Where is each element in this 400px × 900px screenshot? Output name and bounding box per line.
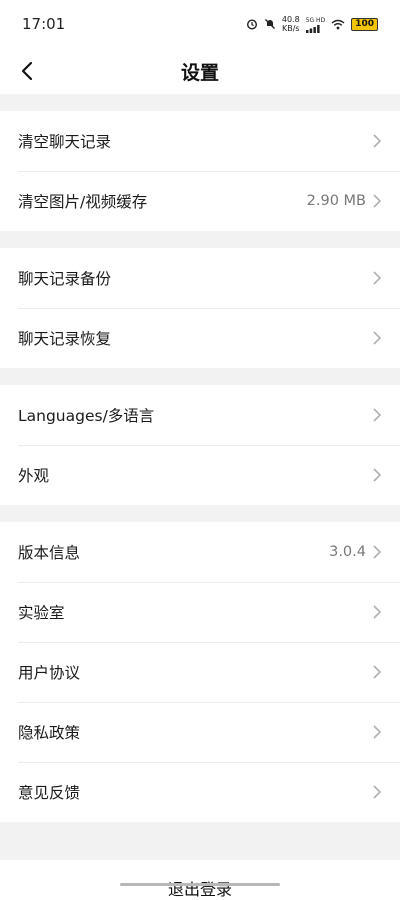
version-value: 3.0.4 <box>329 544 366 560</box>
network-indicator: 5G HD <box>305 16 326 33</box>
section-gap <box>0 822 400 860</box>
page-title: 设置 <box>180 61 219 84</box>
setting-chat-backup[interactable]: 聊天记录备份 <box>0 248 400 308</box>
settings-group-about: 版本信息 3.0.4 实验室 用户协议 隐私政策 意见反馈 <box>0 522 400 822</box>
logout-button[interactable]: 退出登录 <box>0 860 400 900</box>
settings-group-display: Languages/多语言 外观 <box>0 385 400 505</box>
settings-group-backup: 聊天记录备份 聊天记录恢复 <box>0 248 400 368</box>
setting-clear-media-cache[interactable]: 清空图片/视频缓存 2.90 MB <box>0 171 400 231</box>
setting-user-agreement[interactable]: 用户协议 <box>0 642 400 702</box>
setting-chat-restore[interactable]: 聊天记录恢复 <box>0 308 400 368</box>
setting-label: 意见反馈 <box>18 784 81 802</box>
chevron-right-icon <box>373 134 382 148</box>
chevron-left-icon <box>21 61 33 81</box>
setting-privacy-policy[interactable]: 隐私政策 <box>0 702 400 762</box>
network-speed: 40.8 KB/s <box>282 15 300 33</box>
chevron-right-icon <box>373 408 382 422</box>
home-indicator[interactable] <box>120 883 280 886</box>
settings-group-cache: 清空聊天记录 清空图片/视频缓存 2.90 MB <box>0 111 400 231</box>
setting-feedback[interactable]: 意见反馈 <box>0 762 400 822</box>
setting-label: 实验室 <box>18 604 65 622</box>
chevron-right-icon <box>373 271 382 285</box>
chevron-right-icon <box>373 665 382 679</box>
battery-icon: 100 <box>351 17 378 31</box>
setting-label: 清空图片/视频缓存 <box>18 193 148 211</box>
section-gap <box>0 94 400 111</box>
logout-label: 退出登录 <box>167 880 232 899</box>
setting-label: 外观 <box>18 467 50 485</box>
chevron-right-icon <box>373 545 382 559</box>
cache-size-value: 2.90 MB <box>306 193 366 209</box>
setting-lab[interactable]: 实验室 <box>0 582 400 642</box>
chevron-right-icon <box>373 468 382 482</box>
section-gap <box>0 505 400 522</box>
alarm-icon <box>246 19 257 30</box>
setting-label: 用户协议 <box>18 664 81 682</box>
setting-languages[interactable]: Languages/多语言 <box>0 385 400 445</box>
status-bar: 17:01 40.8 KB/s 5G HD 100 <box>0 0 400 48</box>
wifi-icon <box>331 19 345 29</box>
setting-label: 清空聊天记录 <box>18 133 112 151</box>
speed-unit: KB/s <box>281 24 300 33</box>
signal-icon <box>305 24 320 33</box>
setting-label: 版本信息 <box>18 544 81 562</box>
network-type: 5G HD <box>305 16 326 24</box>
setting-label: 聊天记录备份 <box>18 270 112 288</box>
chevron-right-icon <box>373 331 382 345</box>
chevron-right-icon <box>373 194 382 208</box>
chevron-right-icon <box>373 725 382 739</box>
setting-appearance[interactable]: 外观 <box>0 445 400 505</box>
setting-label: 隐私政策 <box>18 724 81 742</box>
section-gap <box>0 368 400 385</box>
chevron-right-icon <box>373 605 382 619</box>
speed-value: 40.8 <box>281 15 300 24</box>
back-button[interactable] <box>14 58 40 84</box>
setting-clear-chat-history[interactable]: 清空聊天记录 <box>0 111 400 171</box>
chevron-right-icon <box>373 785 382 799</box>
nav-bar: 设置 <box>0 48 400 94</box>
mute-icon <box>264 19 275 29</box>
setting-label: 聊天记录恢复 <box>18 330 112 348</box>
section-gap <box>0 231 400 248</box>
setting-version-info[interactable]: 版本信息 3.0.4 <box>0 522 400 582</box>
status-time: 17:01 <box>22 15 66 33</box>
setting-label: Languages/多语言 <box>18 407 155 425</box>
status-icons: 40.8 KB/s 5G HD 100 <box>246 15 378 33</box>
